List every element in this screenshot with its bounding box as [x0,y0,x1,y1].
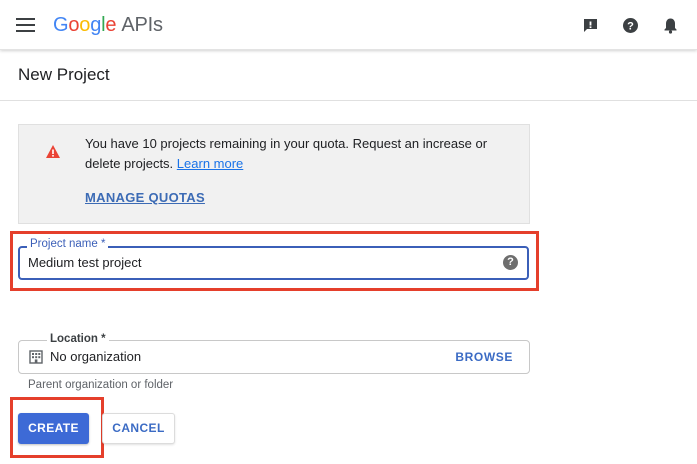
project-name-help-icon[interactable]: ? [503,255,518,270]
logo-letter: o [68,14,80,36]
location-hint: Parent organization or folder [28,379,174,391]
project-name-label: Project name * [27,238,109,250]
help-icon[interactable]: ? [622,17,639,34]
browse-button[interactable]: BROWSE [455,350,513,364]
location-label: Location * [47,333,109,345]
create-button[interactable]: CREATE [18,413,89,444]
notifications-icon[interactable] [662,17,679,34]
hamburger-menu-icon[interactable] [16,18,35,32]
logo-letter: e [105,14,117,36]
warning-icon [46,145,60,158]
location-value: No organization [50,349,142,364]
quota-message-block: You have 10 projects remaining in your q… [85,134,515,174]
building-icon [29,350,43,364]
cancel-button[interactable]: CANCEL [102,413,175,444]
logo-letter: G [53,14,69,36]
learn-more-link[interactable]: Learn more [177,156,243,171]
quota-message: You have 10 projects remaining in your q… [85,136,488,171]
svg-text:?: ? [627,21,634,33]
project-name-input[interactable] [28,255,488,270]
logo-product-name: APIs [121,14,163,36]
page-header: New Project [0,51,697,101]
logo-letter: g [90,14,102,36]
page-title: New Project [18,65,110,84]
manage-quotas-link[interactable]: MANAGE QUOTAS [85,190,205,205]
quota-notice: You have 10 projects remaining in your q… [18,124,530,224]
feedback-icon[interactable] [582,17,599,34]
project-name-field[interactable]: Project name * ? [18,238,529,280]
logo-letter: o [79,14,91,36]
location-field[interactable]: Location * No organization BROWSE [18,333,530,374]
google-apis-logo[interactable]: Google APIs [53,12,163,38]
top-app-bar: Google APIs ? [0,0,697,50]
